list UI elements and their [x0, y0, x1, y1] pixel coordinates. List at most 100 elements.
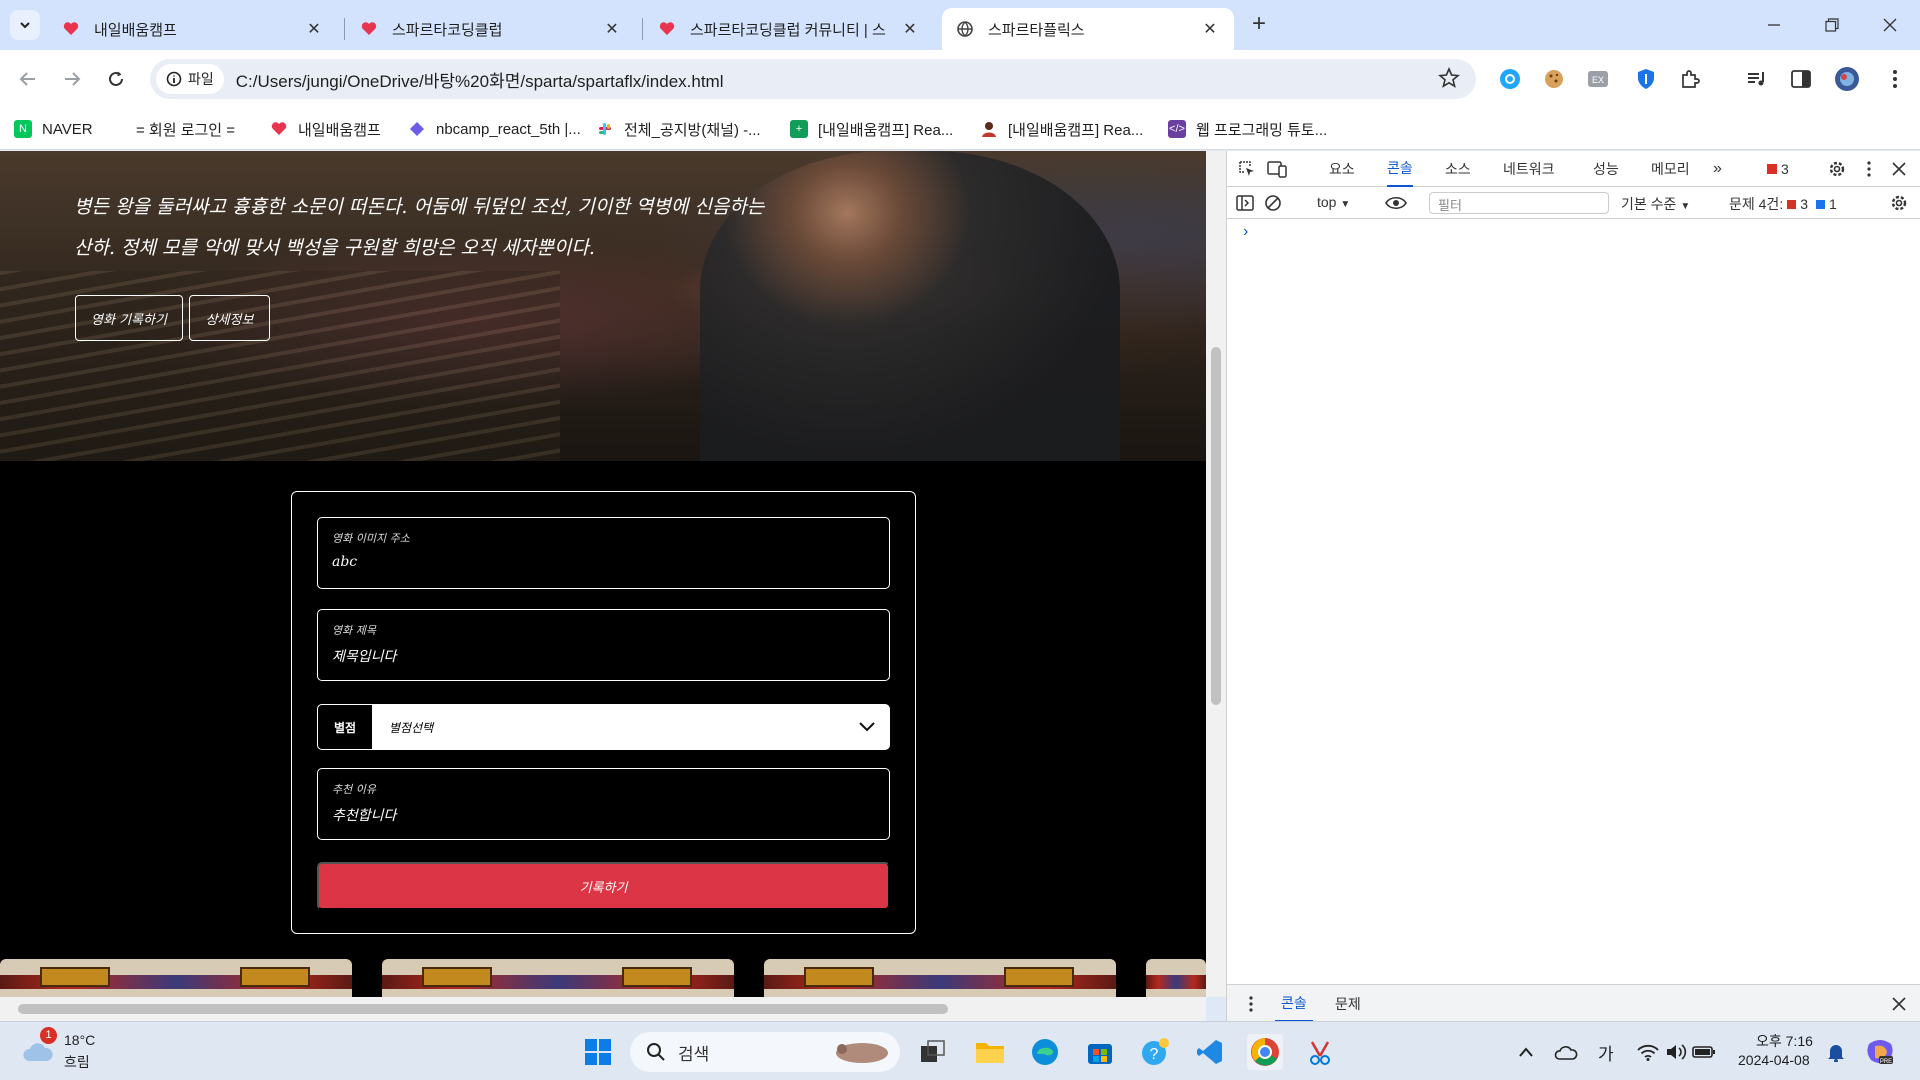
task-view-icon[interactable]: [915, 1034, 951, 1070]
chrome-icon[interactable]: [1247, 1034, 1283, 1070]
movie-card[interactable]: [0, 959, 352, 997]
tab-community[interactable]: 스파르타코딩클럽 커뮤니티 | 스 ✕: [644, 8, 934, 50]
tab-spartacoding[interactable]: 스파르타코딩클럽 ✕: [346, 8, 636, 50]
tab-divider: [344, 18, 345, 40]
puzzle-icon[interactable]: [1677, 66, 1703, 92]
extension-sync-icon[interactable]: [1497, 66, 1523, 92]
bookmark-slack[interactable]: 전체_공지방(채널) -...: [596, 116, 761, 142]
back-button[interactable]: [12, 63, 44, 95]
clock-time[interactable]: 오후 7:16: [1756, 1031, 1813, 1051]
eye-icon[interactable]: [1385, 193, 1407, 213]
side-panel-icon[interactable]: [1788, 66, 1814, 92]
page-vertical-scrollbar[interactable]: [1206, 151, 1226, 997]
battery-icon[interactable]: [1686, 1034, 1722, 1070]
close-window-button[interactable]: [1870, 10, 1910, 40]
tab-title: 내일배움캠프: [94, 21, 177, 39]
new-tab-button[interactable]: +: [1246, 12, 1272, 38]
bookmark-label: nbcamp_react_5th |...: [436, 120, 581, 138]
close-icon[interactable]: ✕: [900, 19, 920, 39]
context-selector[interactable]: top ▼: [1317, 194, 1350, 210]
device-toolbar-icon[interactable]: [1265, 157, 1289, 181]
extension-ex-icon[interactable]: EX: [1585, 66, 1611, 92]
url-text: C:/Users/jungi/OneDrive/바탕%20화면/sparta/s…: [235, 71, 724, 91]
tab-spartaflix[interactable]: 스파르타플릭스 ✕: [942, 8, 1234, 50]
more-tabs-icon[interactable]: »: [1713, 151, 1722, 187]
log-level-dropdown[interactable]: 기본 수준 ▼: [1621, 194, 1690, 214]
bookmark-naver[interactable]: N NAVER: [14, 116, 93, 142]
submit-record-button[interactable]: 기록하기: [317, 862, 890, 910]
issues-counter[interactable]: 문제 4건: 3 1: [1729, 194, 1837, 214]
tab-nbcamp[interactable]: 내일배움캠프 ✕: [48, 8, 338, 50]
kebab-menu-icon[interactable]: [1882, 66, 1908, 92]
console-filter-input[interactable]: 필터: [1429, 192, 1609, 214]
devtools-tab-elements[interactable]: 요소: [1329, 151, 1355, 187]
scrollbar-thumb[interactable]: [18, 1004, 948, 1014]
bookmark-react-1[interactable]: + [내일배움캠프] Rea...: [790, 116, 953, 142]
page-horizontal-scrollbar[interactable]: [0, 997, 1206, 1021]
record-movie-button[interactable]: 영화 기록하기: [75, 295, 183, 341]
scrollbar-thumb[interactable]: [1211, 347, 1221, 705]
drawer-tab-console[interactable]: 콘솔: [1275, 985, 1313, 1022]
notification-bell-icon[interactable]: [1818, 1034, 1854, 1070]
devtools-tab-network[interactable]: 네트워크: [1503, 151, 1555, 187]
close-icon[interactable]: ✕: [602, 19, 622, 39]
movie-card[interactable]: [764, 959, 1116, 997]
store-icon[interactable]: [1082, 1034, 1118, 1070]
reload-button[interactable]: [100, 63, 132, 95]
rating-select[interactable]: 별점 별점선택: [317, 704, 890, 750]
copilot-icon[interactable]: PRE: [1862, 1034, 1898, 1070]
movie-title-field[interactable]: 영화 제목 제목입니다: [317, 609, 890, 681]
shield-icon[interactable]: [1633, 66, 1659, 92]
onedrive-cloud-icon[interactable]: [1548, 1034, 1584, 1070]
close-icon[interactable]: ✕: [304, 19, 324, 39]
ime-indicator[interactable]: 가: [1598, 1040, 1614, 1065]
clock-date[interactable]: 2024-04-08: [1738, 1052, 1810, 1068]
restore-button[interactable]: [1812, 10, 1852, 40]
devtools-tab-performance[interactable]: 성능: [1593, 151, 1619, 187]
bookmark-web-tutorial[interactable]: </> 웹 프로그래밍 튜토...: [1168, 116, 1327, 142]
bookmark-star-icon[interactable]: [1438, 66, 1460, 94]
media-control-icon[interactable]: [1744, 66, 1770, 92]
profile-avatar[interactable]: [1834, 66, 1860, 92]
error-counter[interactable]: 3: [1767, 151, 1789, 187]
taskbar-search[interactable]: 검색: [630, 1032, 900, 1072]
cookie-icon[interactable]: [1541, 66, 1567, 92]
close-icon[interactable]: [1889, 159, 1909, 179]
movie-card[interactable]: [1146, 959, 1206, 997]
address-bar[interactable]: 파일 C:/Users/jungi/OneDrive/바탕%20화면/spart…: [150, 59, 1476, 99]
help-app-icon[interactable]: ?: [1137, 1034, 1173, 1070]
bookmark-nbcamp[interactable]: 내일배움캠프: [270, 116, 381, 142]
kebab-menu-icon[interactable]: [1241, 994, 1261, 1014]
bookmark-react-2[interactable]: [내일배움캠프] Rea...: [980, 116, 1143, 142]
console-settings-icon[interactable]: [1889, 193, 1909, 213]
bookmark-member-login[interactable]: = 회원 로그인 =: [136, 116, 235, 142]
edge-browser-icon[interactable]: [1027, 1034, 1063, 1070]
windows-start-icon[interactable]: [580, 1034, 616, 1070]
tab-search-button[interactable]: [10, 10, 40, 40]
devtools-tab-memory[interactable]: 메모리: [1651, 151, 1690, 187]
clear-console-icon[interactable]: [1263, 193, 1283, 213]
snipping-tool-icon[interactable]: [1302, 1034, 1338, 1070]
detail-info-button[interactable]: 상세정보: [189, 295, 270, 341]
bookmark-nbcamp-react[interactable]: nbcamp_react_5th |...: [408, 116, 581, 142]
forward-button[interactable]: [56, 63, 88, 95]
minimize-button[interactable]: [1754, 10, 1794, 40]
level-value: 기본 수준: [1621, 196, 1677, 212]
file-explorer-icon[interactable]: [972, 1034, 1008, 1070]
close-icon[interactable]: ✕: [1200, 19, 1220, 39]
kebab-menu-icon[interactable]: [1859, 159, 1879, 179]
site-info-chip[interactable]: 파일: [156, 64, 224, 94]
settings-gear-icon[interactable]: [1827, 159, 1847, 179]
sidebar-toggle-icon[interactable]: [1235, 193, 1255, 213]
vscode-icon[interactable]: [1192, 1034, 1228, 1070]
drawer-tab-issues[interactable]: 문제: [1329, 985, 1367, 1022]
console-prompt-chevron-icon[interactable]: ›: [1243, 223, 1248, 241]
devtools-tab-sources[interactable]: 소스: [1445, 151, 1471, 187]
inspect-element-icon[interactable]: [1235, 157, 1259, 181]
image-url-field[interactable]: 영화 이미지 주소 abc: [317, 517, 890, 589]
devtools-tab-console[interactable]: 콘솔: [1387, 151, 1413, 187]
close-icon[interactable]: [1891, 996, 1907, 1012]
recommend-reason-field[interactable]: 추천 이유 추천합니다: [317, 768, 890, 840]
chevron-up-icon[interactable]: [1508, 1034, 1544, 1070]
movie-card[interactable]: [382, 959, 734, 997]
